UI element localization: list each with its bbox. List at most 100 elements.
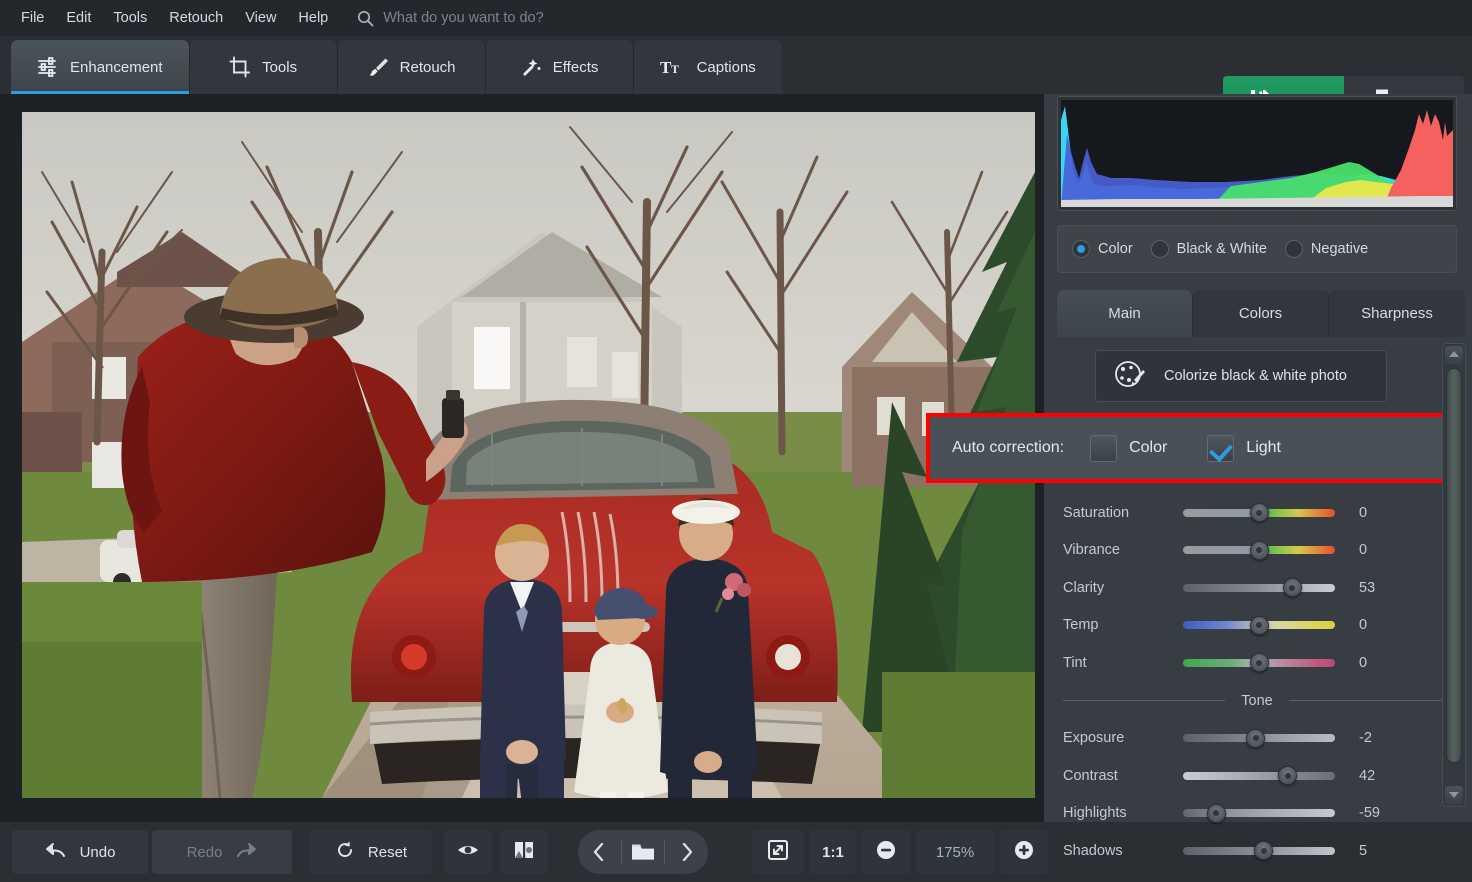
tab-tools[interactable]: Tools [190, 40, 338, 94]
auto-correction-color-checkbox[interactable]: Color [1090, 435, 1167, 462]
slider-knob[interactable] [1250, 616, 1269, 635]
undo-label: Undo [80, 844, 116, 861]
slider-label: Clarity [1057, 580, 1183, 596]
subtab-sharpness[interactable]: Sharpness [1329, 290, 1465, 337]
tab-effects[interactable]: Effects [486, 40, 634, 94]
slider-knob[interactable] [1250, 653, 1269, 672]
preview-button[interactable] [444, 830, 492, 874]
subtab-colors[interactable]: Colors [1193, 290, 1329, 337]
radio-dot-icon [1072, 240, 1090, 258]
slider-knob[interactable] [1283, 578, 1302, 597]
slider-track[interactable] [1183, 847, 1335, 855]
vintage-family-photo[interactable] [22, 112, 1035, 798]
eye-icon [457, 842, 479, 862]
text-icon: T T [660, 57, 686, 77]
compare-button[interactable] [500, 830, 548, 874]
slider-knob[interactable] [1207, 804, 1226, 823]
checkbox-check-icon [1207, 435, 1234, 462]
folder-icon [631, 842, 655, 862]
slider-knob[interactable] [1250, 541, 1269, 560]
slider-knob[interactable] [1254, 841, 1273, 860]
slider-knob[interactable] [1250, 503, 1269, 522]
image-nav-group [578, 830, 708, 874]
zoom-level-display[interactable]: 175% [916, 830, 994, 874]
undo-button[interactable]: Undo [12, 830, 148, 874]
slider-track[interactable] [1183, 546, 1335, 554]
radio-label: Color [1098, 241, 1133, 257]
slider-track[interactable] [1183, 584, 1335, 592]
slider-value: -2 [1335, 730, 1430, 746]
zoom-in-button[interactable] [1000, 830, 1048, 874]
slider-label: Saturation [1057, 505, 1183, 521]
slider-label: Shadows [1057, 843, 1183, 859]
tab-label: Tools [262, 59, 297, 76]
slider-track[interactable] [1183, 809, 1335, 817]
menu-help[interactable]: Help [287, 6, 339, 30]
menu-edit[interactable]: Edit [55, 6, 102, 30]
slider-clarity: Clarity 53 [1057, 569, 1457, 607]
crop-icon [229, 56, 251, 78]
svg-text:T: T [671, 62, 679, 76]
scroll-up-arrow-icon[interactable] [1445, 346, 1463, 364]
next-image-button[interactable] [665, 830, 708, 874]
slider-temp: Temp 0 [1057, 607, 1457, 645]
panel-body: Colorize black & white photo Auto correc… [1057, 337, 1457, 807]
slider-vibrance: Vibrance 0 [1057, 532, 1457, 570]
slider-knob[interactable] [1278, 766, 1297, 785]
slider-value: 0 [1335, 617, 1430, 633]
actual-size-button[interactable]: 1:1 [810, 830, 856, 874]
menu-view[interactable]: View [234, 6, 287, 30]
scrollbar-thumb[interactable] [1446, 368, 1462, 763]
slider-track[interactable] [1183, 772, 1335, 780]
tab-retouch[interactable]: Retouch [338, 40, 486, 94]
auto-correction-light-checkbox[interactable]: Light [1207, 435, 1281, 462]
slider-label: Tint [1057, 655, 1183, 671]
slider-track[interactable] [1183, 509, 1335, 517]
tone-section-header: Tone [1057, 682, 1457, 720]
open-folder-button[interactable] [622, 830, 665, 874]
reset-button[interactable]: Reset [310, 830, 432, 874]
auto-correction-row: Auto correction: Color Light [926, 413, 1446, 483]
subtab-main[interactable]: Main [1057, 290, 1193, 337]
menu-file[interactable]: File [10, 6, 55, 30]
radio-negative[interactable]: Negative [1285, 240, 1378, 258]
tone-title: Tone [1225, 693, 1288, 709]
checkbox-label: Color [1129, 439, 1167, 457]
panel-scrollbar[interactable] [1442, 343, 1466, 807]
search-input[interactable]: What do you want to do? [383, 10, 543, 26]
slider-value: 0 [1335, 505, 1430, 521]
colorize-button[interactable]: Colorize black & white photo [1095, 350, 1387, 402]
slider-knob[interactable] [1246, 729, 1265, 748]
slider-value: 53 [1335, 580, 1430, 596]
divider-right [1289, 700, 1451, 701]
checkbox-label: Light [1246, 439, 1281, 457]
panel-subtabs: Main Colors Sharpness [1057, 290, 1465, 337]
slider-label: Highlights [1057, 805, 1183, 821]
radio-black-and-white[interactable]: Black & White [1151, 240, 1277, 258]
divider-left [1063, 700, 1225, 701]
prev-image-button[interactable] [578, 830, 621, 874]
scroll-down-arrow-icon[interactable] [1445, 786, 1463, 804]
radio-color[interactable]: Color [1072, 240, 1143, 258]
slider-track[interactable] [1183, 734, 1335, 742]
fit-to-screen-button[interactable] [752, 830, 804, 874]
slider-label: Exposure [1057, 730, 1183, 746]
tab-label: Enhancement [70, 59, 163, 76]
bottom-toolbar: Undo Redo Reset [0, 822, 1044, 882]
photo-canvas[interactable] [0, 94, 1044, 822]
slider-tint: Tint 0 [1057, 644, 1457, 682]
tab-enhancement[interactable]: Enhancement [11, 40, 190, 94]
redo-button[interactable]: Redo [152, 830, 292, 874]
fit-to-screen-icon [766, 838, 790, 866]
menu-retouch[interactable]: Retouch [158, 6, 234, 30]
plus-circle-icon [1013, 839, 1035, 865]
tab-captions[interactable]: T T Captions [634, 40, 782, 94]
radio-dot-icon [1285, 240, 1303, 258]
zoom-out-button[interactable] [862, 830, 910, 874]
menu-tools[interactable]: Tools [102, 6, 158, 30]
slider-contrast: Contrast 42 [1057, 757, 1457, 795]
search-box[interactable]: What do you want to do? [357, 10, 543, 27]
tab-label: Effects [553, 59, 599, 76]
slider-track[interactable] [1183, 659, 1335, 667]
slider-track[interactable] [1183, 621, 1335, 629]
